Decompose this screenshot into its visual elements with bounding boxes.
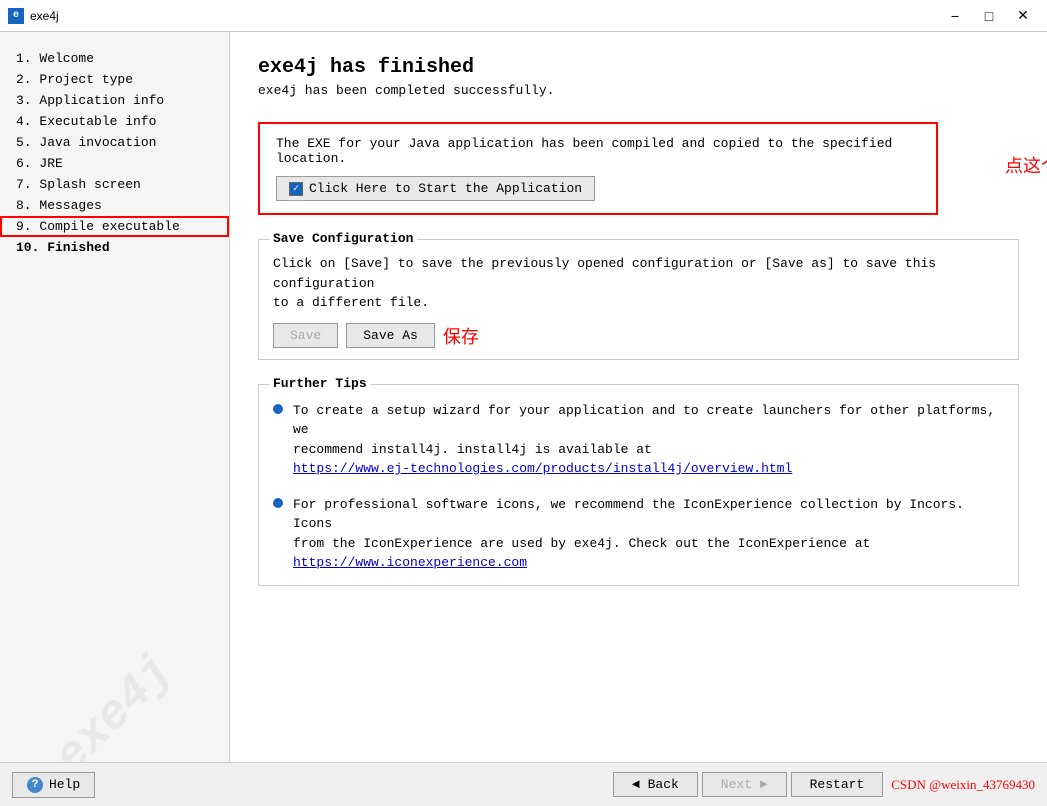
save-config-text: Click on [Save] to save the previously o… (273, 254, 1004, 313)
tip-content-1: To create a setup wizard for your applic… (293, 401, 1004, 479)
csdn-annotation: CSDN @weixin_43769430 (891, 777, 1035, 793)
tip-link-1[interactable]: https://www.ej-technologies.com/products… (293, 459, 1004, 479)
save-configuration-section: Save Configuration Click on [Save] to sa… (258, 239, 1019, 360)
main-title-section: exe4j has finished exe4j has been comple… (258, 56, 1019, 106)
footer-bar: ? Help ◄ Back Next ► Restart CSDN @weixi… (0, 762, 1047, 806)
help-button[interactable]: ? Help (12, 772, 95, 798)
save-button[interactable]: Save (273, 323, 338, 348)
main-title: exe4j has finished (258, 56, 1019, 79)
tip-item-1: To create a setup wizard for your applic… (273, 401, 1004, 479)
back-button[interactable]: ◄ Back (613, 772, 698, 797)
maximize-button[interactable]: □ (973, 4, 1005, 28)
save-buttons-row: Save Save As 保存 (273, 323, 1004, 349)
app-icon: e (8, 8, 24, 24)
tip-item-2: For professional software icons, we reco… (273, 495, 1004, 573)
tip-link-2[interactable]: https://www.iconexperience.com (293, 553, 1004, 573)
window-controls: − □ ✕ (939, 4, 1039, 28)
tip-bullet-2 (273, 498, 283, 508)
sidebar-item-project-type[interactable]: 2. Project type (0, 69, 229, 90)
sidebar-item-application-info[interactable]: 3. Application info (0, 90, 229, 111)
checkbox-checked-icon (289, 182, 303, 196)
sidebar-item-welcome[interactable]: 1. Welcome (0, 48, 229, 69)
next-button[interactable]: Next ► (702, 772, 787, 797)
sidebar-item-messages[interactable]: 8. Messages (0, 195, 229, 216)
click-here-button[interactable]: Click Here to Start the Application (276, 176, 595, 201)
save-config-label: Save Configuration (269, 231, 417, 246)
sidebar: 1. Welcome 2. Project type 3. Applicatio… (0, 32, 230, 762)
click-here-label: Click Here to Start the Application (309, 181, 582, 196)
compile-box-text: The EXE for your Java application has be… (276, 136, 920, 166)
sidebar-item-finished[interactable]: 10. Finished (0, 237, 229, 258)
sidebar-item-splash-screen[interactable]: 7. Splash screen (0, 174, 229, 195)
title-bar: e exe4j − □ ✕ (0, 0, 1047, 32)
further-tips-label: Further Tips (269, 376, 371, 391)
help-icon: ? (27, 777, 43, 793)
sidebar-nav: 1. Welcome 2. Project type 3. Applicatio… (0, 48, 229, 746)
sidebar-item-jre[interactable]: 6. JRE (0, 153, 229, 174)
tip-bullet-1 (273, 404, 283, 414)
compile-box: The EXE for your Java application has be… (258, 122, 938, 215)
compile-box-wrapper: The EXE for your Java application has be… (258, 122, 1019, 215)
app-body: 1. Welcome 2. Project type 3. Applicatio… (0, 32, 1047, 762)
save-annotation: 保存 (443, 323, 479, 349)
compile-annotation: 点这个可测试程序是否可运行 (1005, 152, 1047, 178)
success-text: exe4j has been completed successfully. (258, 83, 1019, 98)
tip-text-1: To create a setup wizard for your applic… (293, 403, 995, 457)
compile-box-row: Click Here to Start the Application (276, 176, 920, 201)
main-panel: exe4j has finished exe4j has been comple… (230, 32, 1047, 762)
sidebar-item-compile-executable[interactable]: 9. Compile executable (0, 216, 229, 237)
close-button[interactable]: ✕ (1007, 4, 1039, 28)
further-tips-section: Further Tips To create a setup wizard fo… (258, 384, 1019, 586)
minimize-button[interactable]: − (939, 4, 971, 28)
save-as-button[interactable]: Save As (346, 323, 435, 348)
restart-button[interactable]: Restart (791, 772, 884, 797)
footer-right-buttons: ◄ Back Next ► Restart (613, 772, 883, 797)
tip-text-2: For professional software icons, we reco… (293, 497, 964, 551)
tip-content-2: For professional software icons, we reco… (293, 495, 1004, 573)
window-title: exe4j (30, 9, 939, 23)
help-label: Help (49, 777, 80, 792)
sidebar-item-java-invocation[interactable]: 5. Java invocation (0, 132, 229, 153)
sidebar-item-executable-info[interactable]: 4. Executable info (0, 111, 229, 132)
